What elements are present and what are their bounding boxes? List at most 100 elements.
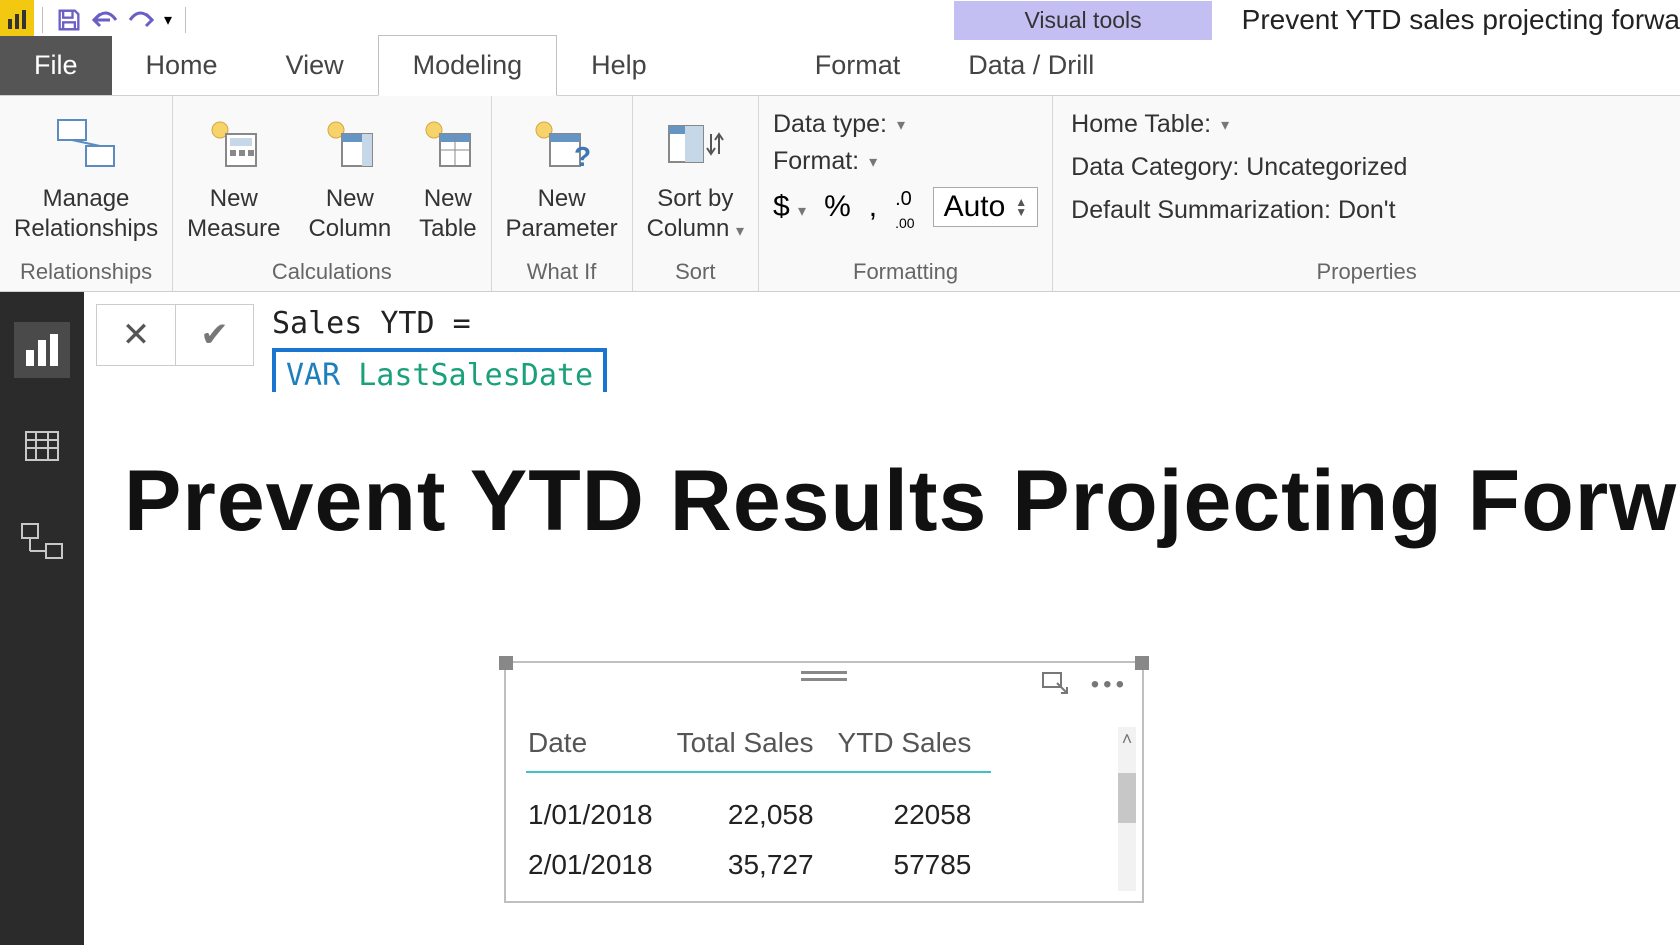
manage-relationships-label: Manage Relationships [14, 184, 158, 244]
new-parameter-label: New Parameter [506, 184, 618, 244]
tab-view[interactable]: View [252, 36, 378, 95]
more-options-icon[interactable]: ••• [1091, 671, 1128, 702]
var-name: LastSalesDate [358, 358, 593, 393]
group-sort: Sort by Column ▾ Sort [633, 96, 759, 291]
group-label: What If [527, 253, 597, 291]
formula-buttons: ✕ ✔ [96, 304, 254, 366]
report-view-button[interactable] [14, 322, 70, 378]
new-column-label: New Column [308, 184, 391, 244]
scroll-up-icon[interactable]: ˄ [1118, 729, 1136, 750]
decimal-places-input[interactable]: Auto ▲▼ [933, 187, 1039, 227]
format-label: Format: [773, 147, 859, 176]
document-title: Prevent YTD sales projecting forwa [1242, 4, 1680, 36]
measure-icon [206, 108, 262, 180]
group-label: Relationships [20, 253, 152, 291]
chevron-down-icon: ▾ [897, 115, 905, 135]
visual-tools-label: Visual tools [954, 1, 1211, 40]
decimals-icon[interactable]: .0.00 [895, 188, 914, 234]
data-table: Date Total Sales YTD Sales 1/01/2018 22,… [524, 719, 993, 891]
separator [42, 7, 43, 33]
sort-icon [663, 108, 727, 180]
var-keyword: VAR [286, 358, 340, 393]
svg-text:?: ? [574, 141, 591, 172]
new-table-label: New Table [419, 184, 476, 244]
tab-data-drill[interactable]: Data / Drill [934, 36, 1128, 95]
resize-handle[interactable] [1135, 656, 1149, 670]
undo-button[interactable] [87, 2, 123, 38]
new-measure-label: New Measure [187, 184, 280, 244]
chevron-down-icon: ▾ [869, 152, 877, 172]
col-header-date[interactable]: Date [526, 721, 673, 769]
thousands-button[interactable]: , [869, 190, 877, 224]
data-type-dropdown[interactable]: Data type: ▾ [773, 110, 1038, 139]
tab-file[interactable]: File [0, 36, 112, 95]
cell-ytd: 57785 [836, 841, 992, 889]
redo-button[interactable] [123, 2, 159, 38]
resize-handle[interactable] [499, 656, 513, 670]
group-calculations: New Measure New Column New Table Calcula… [173, 96, 491, 291]
scrollbar[interactable]: ˄ [1118, 727, 1136, 891]
cancel-formula-button[interactable]: ✕ [97, 305, 175, 365]
group-label: Calculations [272, 253, 392, 291]
group-label: Properties [1316, 253, 1416, 291]
commit-formula-button[interactable]: ✔ [175, 305, 253, 365]
new-table-button[interactable]: New Table [405, 104, 490, 244]
default-summarization-label[interactable]: Default Summarization: Don't [1071, 196, 1407, 225]
spinner-icon[interactable]: ▲▼ [1015, 197, 1027, 217]
data-view-button[interactable] [14, 418, 70, 474]
manage-relationships-button[interactable]: Manage Relationships [0, 104, 172, 244]
auto-value: Auto [944, 190, 1006, 224]
col-header-total[interactable]: Total Sales [675, 721, 834, 769]
group-label: Formatting [853, 253, 958, 291]
tab-home[interactable]: Home [112, 36, 252, 95]
currency-button[interactable]: $ ▾ [773, 190, 806, 224]
tab-modeling[interactable]: Modeling [378, 35, 558, 96]
chevron-down-icon: ▾ [798, 203, 806, 220]
chevron-down-icon: ▾ [1221, 115, 1229, 135]
report-canvas[interactable]: Prevent YTD Results Projecting Forw ••• … [84, 392, 1680, 945]
home-table-dropdown[interactable]: Home Table: ▾ [1071, 110, 1407, 139]
format-dropdown[interactable]: Format: ▾ [773, 147, 1038, 176]
focus-mode-icon[interactable] [1041, 671, 1071, 702]
qat-dropdown-icon[interactable]: ▾ [159, 10, 177, 30]
relationships-icon [54, 108, 118, 180]
column-icon [322, 108, 378, 180]
percent-button[interactable]: % [824, 190, 851, 224]
group-properties: Home Table: ▾ Data Category: Uncategoriz… [1053, 96, 1680, 291]
group-label: Sort [675, 253, 715, 291]
sort-by-column-button[interactable]: Sort by Column ▾ [633, 104, 758, 247]
table-row[interactable]: 2/01/2018 35,727 57785 [526, 841, 991, 889]
scroll-thumb[interactable] [1118, 773, 1136, 823]
cell-total: 35,727 [675, 841, 834, 889]
table-icon [420, 108, 476, 180]
cell-total: 22,058 [675, 791, 834, 839]
chevron-down-icon: ▾ [736, 223, 744, 240]
table-row[interactable]: 1/01/2018 22,058 22058 [526, 791, 991, 839]
separator [185, 7, 186, 33]
tab-help[interactable]: Help [557, 36, 681, 95]
title-bar: ▾ Visual tools Prevent YTD sales project… [0, 0, 1680, 40]
table-visual[interactable]: ••• Date Total Sales YTD Sales 1/01/2018… [504, 661, 1144, 903]
ribbon-tabs: File Home View Modeling Help Format Data… [0, 40, 1680, 96]
col-header-ytd[interactable]: YTD Sales [836, 721, 992, 769]
new-column-button[interactable]: New Column [294, 104, 405, 244]
formula-input[interactable]: Sales YTD = VAR LastSalesDate [272, 304, 607, 404]
data-type-label: Data type: [773, 110, 887, 139]
sort-by-column-label: Sort by Column ▾ [647, 184, 744, 247]
drag-handle-icon[interactable] [801, 671, 847, 681]
home-table-label: Home Table: [1071, 110, 1211, 139]
group-whatif: ? New Parameter What If [492, 96, 633, 291]
cell-date: 1/01/2018 [526, 791, 673, 839]
formula-bar: ✕ ✔ Sales YTD = VAR LastSalesDate [84, 292, 1680, 404]
new-parameter-button[interactable]: ? New Parameter [492, 104, 632, 244]
new-measure-button[interactable]: New Measure [173, 104, 294, 244]
ribbon: Manage Relationships Relationships New M… [0, 96, 1680, 292]
model-view-button[interactable] [14, 514, 70, 570]
tab-format[interactable]: Format [781, 36, 935, 95]
parameter-icon: ? [530, 108, 594, 180]
data-category-label[interactable]: Data Category: Uncategorized [1071, 153, 1407, 182]
cell-date: 2/01/2018 [526, 841, 673, 889]
page-title: Prevent YTD Results Projecting Forw [124, 452, 1680, 551]
save-button[interactable] [51, 2, 87, 38]
app-icon [0, 0, 34, 40]
